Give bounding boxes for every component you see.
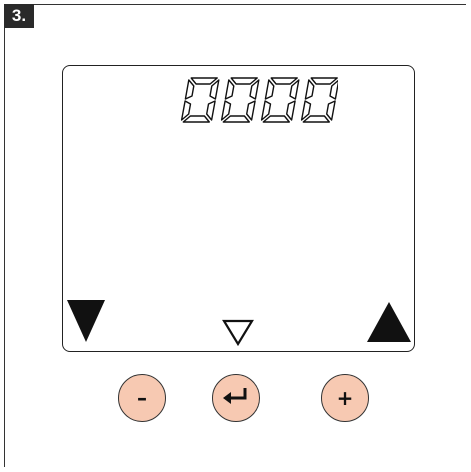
outline-down-triangle-icon <box>222 319 254 346</box>
segment-1-d <box>222 115 251 123</box>
segment-3-d <box>302 115 331 123</box>
enter-button[interactable] <box>212 374 260 422</box>
segment-0-a <box>190 77 218 85</box>
segment-1-a <box>230 77 258 85</box>
seven-segment-digits <box>180 77 338 123</box>
segment-3-a <box>310 77 338 85</box>
segment-0-d <box>182 115 210 123</box>
minus-button[interactable]: – <box>118 374 166 422</box>
segment-2-d <box>262 115 291 123</box>
lcd-display: 0000 <box>62 65 415 352</box>
plus-label: + <box>336 386 354 410</box>
enter-arrow-icon <box>221 386 251 411</box>
filled-down-triangle-icon <box>67 300 105 342</box>
segment-0-c <box>206 100 216 121</box>
segment-0-f <box>184 79 195 100</box>
segment-1-c <box>245 100 256 121</box>
segment-2-c <box>285 100 296 121</box>
step-number-badge: 3. <box>4 4 34 28</box>
plus-button[interactable]: + <box>321 374 369 422</box>
segment-1-f <box>224 79 235 100</box>
segment-3-c <box>325 100 336 121</box>
seven-segment-readout: 0000 <box>178 74 338 126</box>
segment-3-f <box>304 79 315 100</box>
filled-up-triangle-icon <box>367 302 411 342</box>
segment-2-a <box>270 77 298 85</box>
minus-label: – <box>137 386 147 410</box>
segment-2-f <box>264 79 275 100</box>
